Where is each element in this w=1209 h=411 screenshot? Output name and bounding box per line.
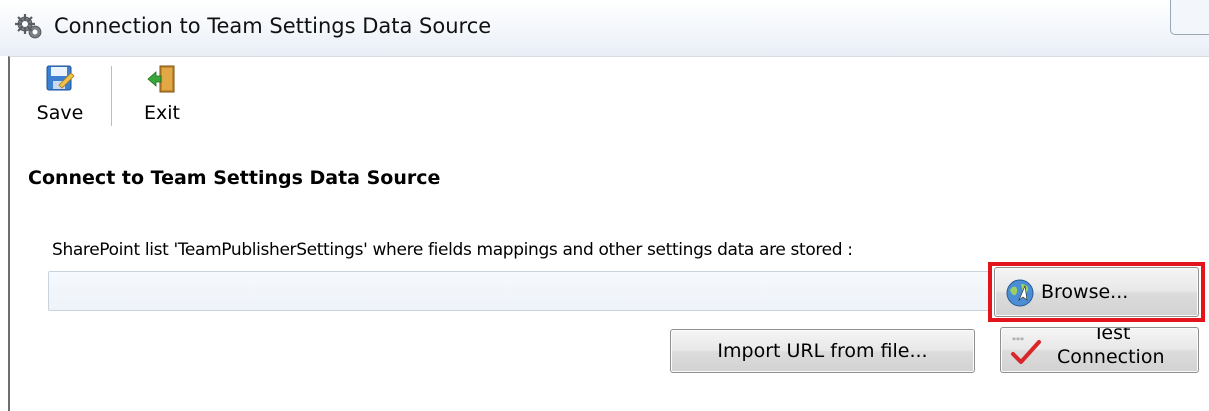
sharepoint-list-label: SharePoint list 'TeamPublisherSettings' … xyxy=(52,240,853,260)
import-url-button[interactable]: Import URL from file... xyxy=(670,329,975,373)
import-url-label: Import URL from file... xyxy=(717,340,928,362)
save-button[interactable]: Save xyxy=(28,62,92,126)
test-label-line2: Connection xyxy=(1057,346,1165,368)
section-title: Connect to Team Settings Data Source xyxy=(28,167,441,189)
close-button[interactable] xyxy=(1170,0,1209,35)
exit-button[interactable]: Exit xyxy=(130,62,194,126)
browse-label: Browse... xyxy=(1041,281,1129,303)
save-disk-icon xyxy=(46,65,75,91)
exit-label: Exit xyxy=(144,102,180,124)
gears-icon xyxy=(15,14,42,39)
exit-door-icon xyxy=(147,65,175,93)
browse-button[interactable]: Browse... xyxy=(994,267,1199,317)
test-label-line1: Test xyxy=(1093,327,1131,344)
test-check-icon: *** xyxy=(1011,336,1041,364)
toolbar-separator xyxy=(111,66,112,126)
test-connection-button[interactable]: *** Test Connection xyxy=(1000,327,1199,373)
browse-globe-icon xyxy=(1006,279,1034,307)
svg-text:***: *** xyxy=(1012,336,1024,345)
save-label: Save xyxy=(36,102,84,124)
sharepoint-url-input[interactable] xyxy=(48,271,992,311)
dialog-window: Connection to Team Settings Data Source … xyxy=(0,0,1209,411)
title-bar: Connection to Team Settings Data Source xyxy=(0,0,1209,56)
window-title: Connection to Team Settings Data Source xyxy=(54,14,492,38)
